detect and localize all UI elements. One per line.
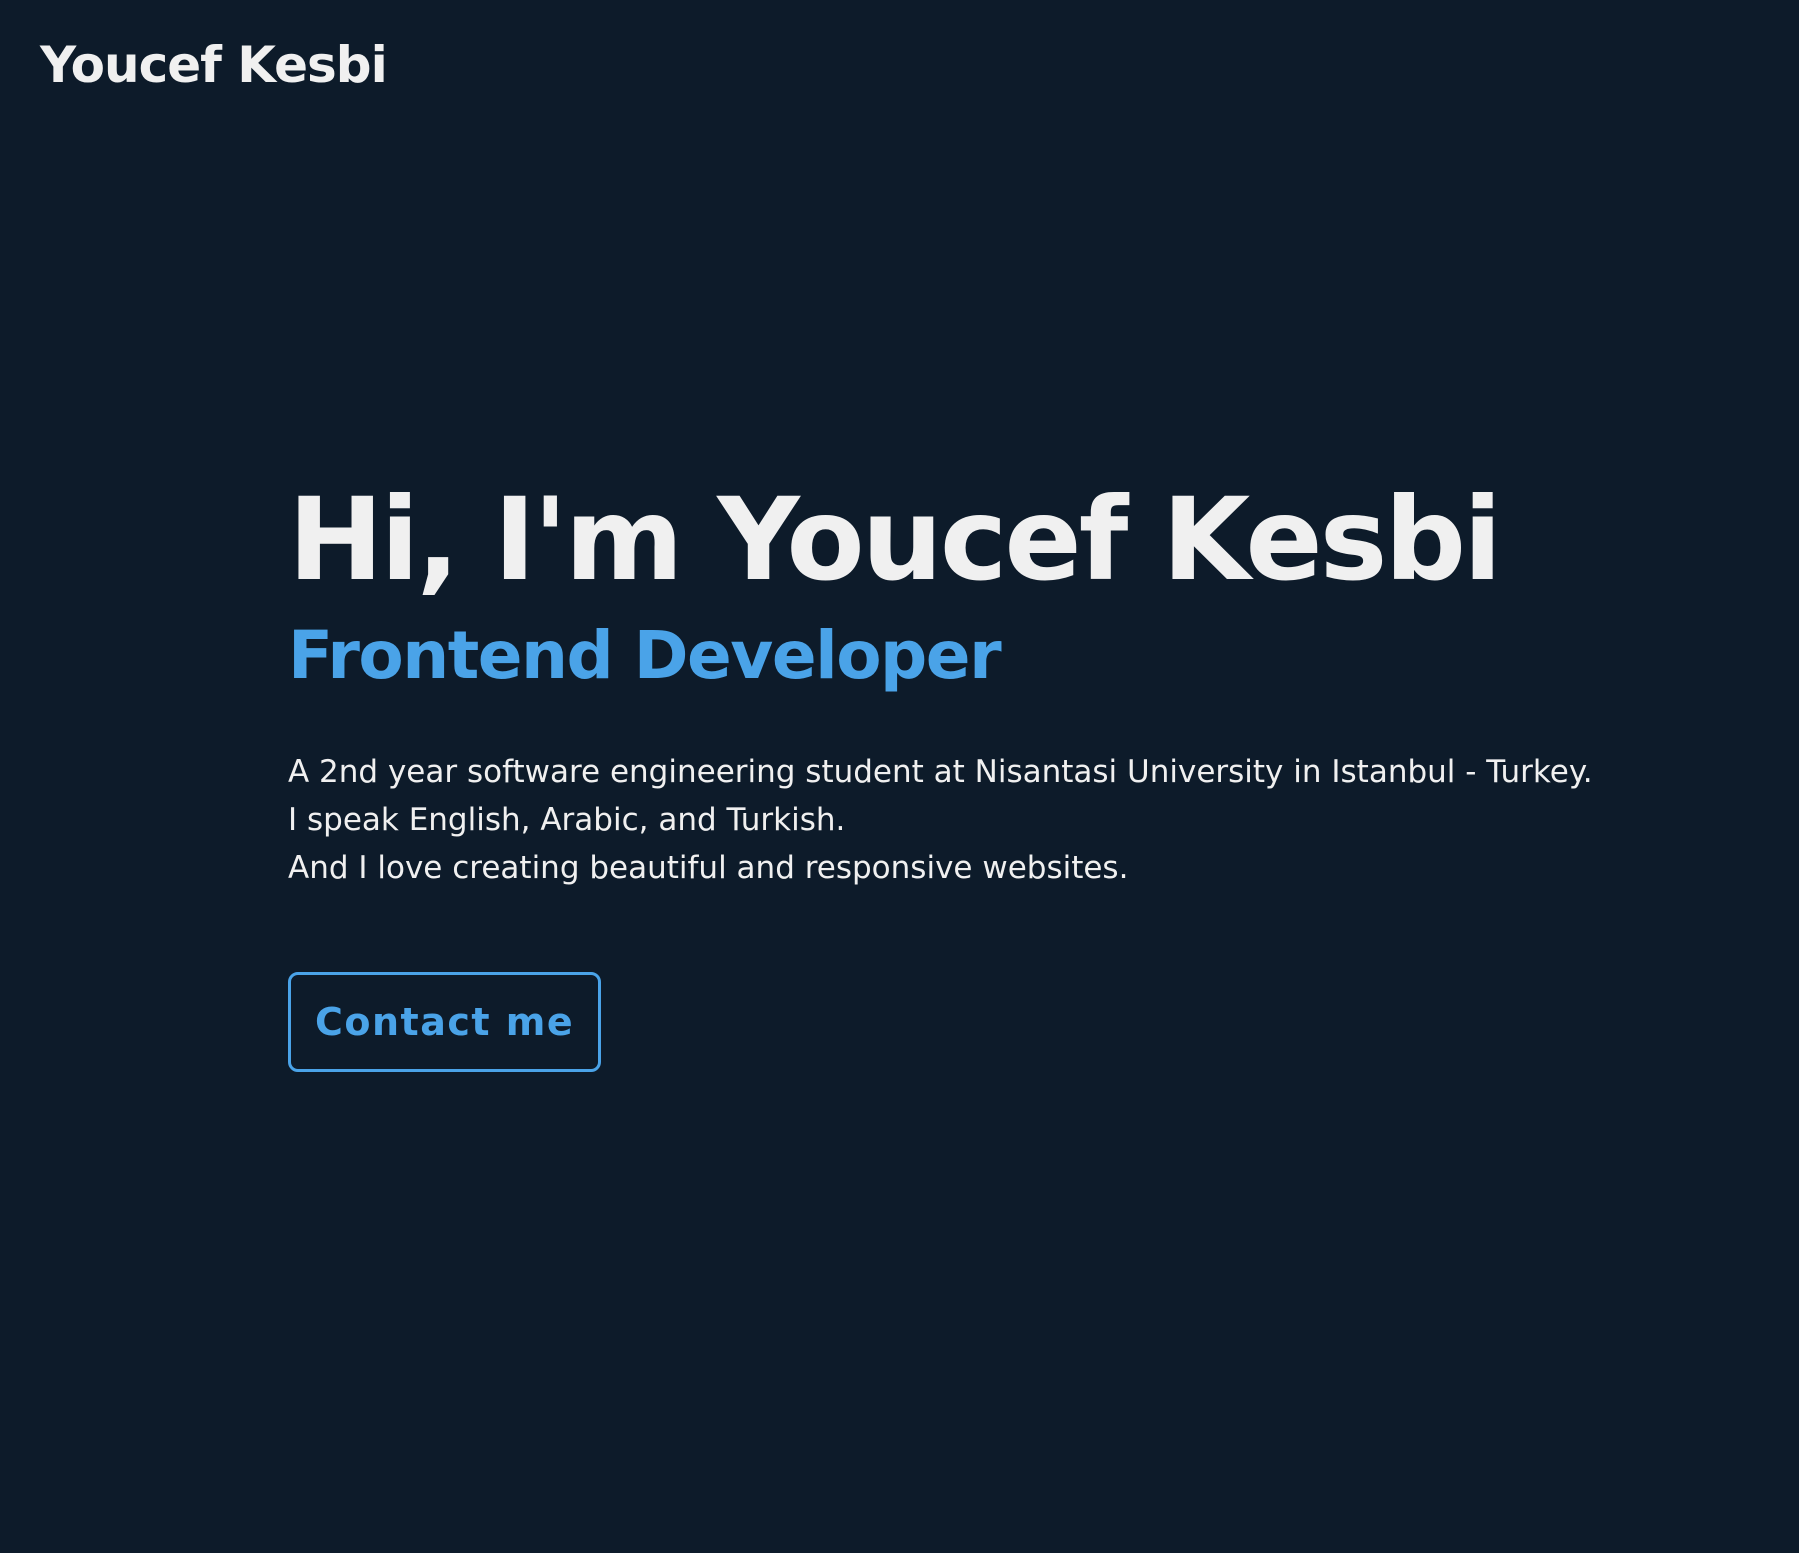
site-logo[interactable]: Youcef Kesbi — [40, 36, 388, 94]
site-header: Youcef Kesbi — [40, 40, 388, 90]
hero-title: Hi, I'm Youcef Kesbi — [288, 473, 1502, 606]
hero-section: Hi, I'm Youcef Kesbi Frontend Developer … — [288, 473, 1688, 1073]
hero-description: A 2nd year software engineering student … — [288, 748, 1688, 892]
hero-subtitle: Frontend Developer — [288, 616, 1002, 694]
description-line: And I love creating beautiful and respon… — [288, 850, 1129, 887]
contact-me-button[interactable]: Contact me — [288, 972, 602, 1073]
description-line: I speak English, Arabic, and Turkish. — [288, 802, 846, 839]
description-line: A 2nd year software engineering student … — [288, 754, 1593, 791]
